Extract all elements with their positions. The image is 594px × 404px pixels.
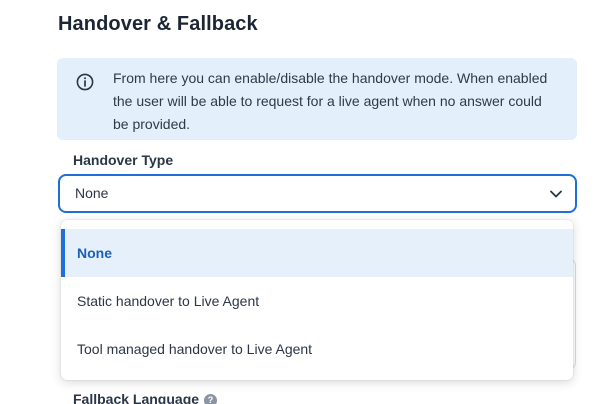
info-text: From here you can enable/disable the han…: [113, 70, 548, 132]
handover-type-dropdown-menu: None Static handover to Live Agent Tool …: [61, 220, 573, 380]
option-label: None: [77, 245, 112, 261]
question-circle-icon[interactable]: ?: [204, 393, 218, 404]
info-circle-icon: [76, 73, 94, 91]
handover-type-selected-value: None: [75, 185, 109, 201]
option-none[interactable]: None: [61, 229, 573, 277]
option-label: Tool managed handover to Live Agent: [77, 341, 313, 357]
fallback-language-text: Fallback Language: [73, 391, 200, 404]
option-tool-managed-handover[interactable]: Tool managed handover to Live Agent: [61, 325, 573, 373]
chevron-down-icon[interactable]: [549, 187, 563, 201]
handover-type-label: Handover Type: [73, 152, 174, 168]
fallback-language-label: Fallback Language?: [73, 391, 218, 404]
section-title: Handover & Fallback: [58, 13, 258, 35]
option-label: Static handover to Live Agent: [77, 293, 260, 309]
handover-fallback-section: Handover & Fallback From here you can en…: [0, 0, 594, 404]
handover-type-select[interactable]: None: [58, 174, 577, 213]
info-banner: From here you can enable/disable the han…: [57, 58, 577, 140]
option-static-handover[interactable]: Static handover to Live Agent: [61, 277, 573, 325]
